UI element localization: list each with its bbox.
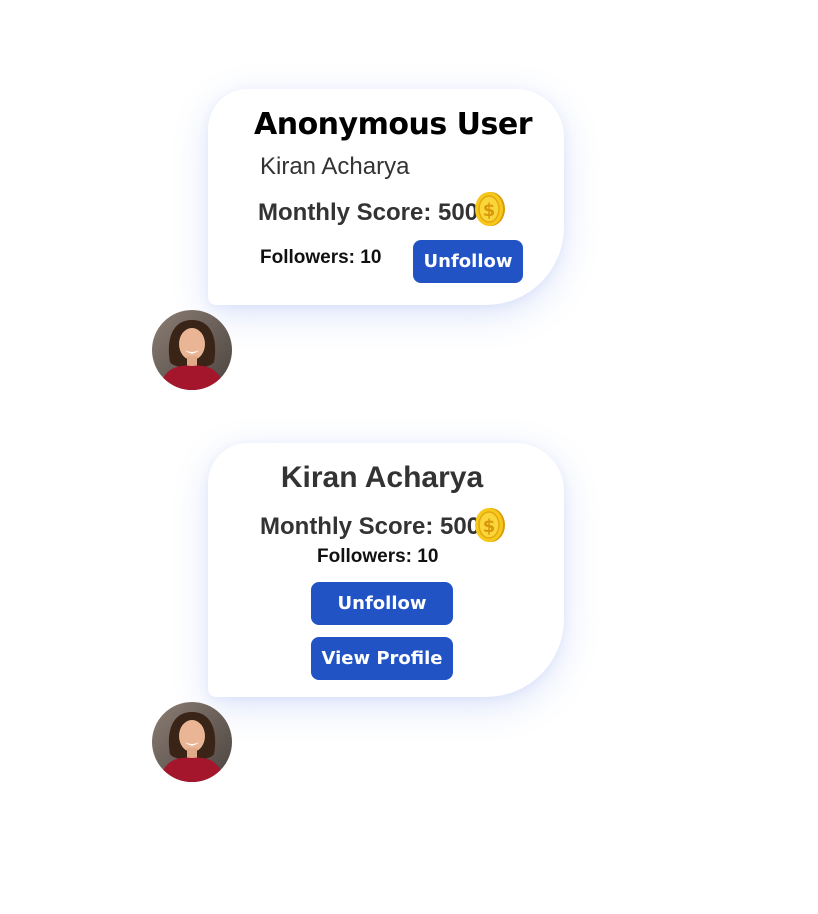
unfollow-button[interactable]: Unfollow xyxy=(311,582,453,625)
svg-text:$: $ xyxy=(483,200,496,221)
monthly-score: Monthly Score: 500 xyxy=(260,513,481,540)
unfollow-button[interactable]: Unfollow xyxy=(413,240,523,283)
view-profile-button[interactable]: View Profile xyxy=(311,637,453,680)
avatar xyxy=(152,310,232,390)
avatar xyxy=(152,702,232,782)
monthly-score: Monthly Score: 500 xyxy=(258,199,479,226)
user-card: Kiran Acharya Monthly Score: 500 $ Follo… xyxy=(208,443,564,697)
followers-count: Followers: 10 xyxy=(317,546,439,567)
card-title: Anonymous User xyxy=(254,107,533,142)
coin-icon: $ xyxy=(475,192,505,226)
followers-count: Followers: 10 xyxy=(260,247,382,268)
coin-icon: $ xyxy=(475,508,505,542)
svg-text:$: $ xyxy=(483,516,496,537)
user-name: Kiran Acharya xyxy=(260,153,410,180)
user-name: Kiran Acharya xyxy=(280,461,484,494)
user-card-anonymous: Anonymous User Kiran Acharya Monthly Sco… xyxy=(208,89,564,305)
